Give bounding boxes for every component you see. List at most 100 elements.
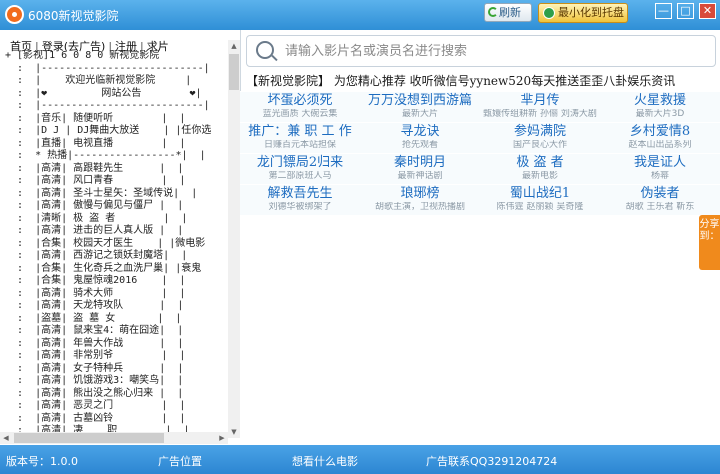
- recommendation-cell[interactable]: 乡村爱情8 赵本山出品系列: [600, 122, 720, 153]
- search-icon[interactable]: [256, 41, 274, 59]
- recommendation-cell[interactable]: 火星救援 最新大片3D: [600, 91, 720, 122]
- tree-row[interactable]: : |高清| 傲慢与偏见与僵尸 | |: [5, 200, 227, 213]
- movie-subtitle: 最新电影: [521, 171, 558, 181]
- tree-row[interactable]: : |直播| 电视直播 | |: [5, 138, 227, 151]
- recommendation-cell[interactable]: 蜀山战纪1 陈伟霆 赵丽颖 吴奇隆: [480, 184, 600, 215]
- tree-row[interactable]: : |高清| 圣斗士星矢：圣域传说| |: [5, 188, 227, 201]
- minimize-to-tray-button[interactable]: 最小化到托盘: [538, 3, 628, 23]
- tree-row[interactable]: : |高清| 鼠来宝4：萌在囧途| |: [5, 325, 227, 338]
- channel-tree[interactable]: + [影视]1 6 0 8 0 新视觉影院 : |---------------…: [5, 50, 227, 438]
- tree-row[interactable]: : |高清| 非常别爷 | |: [5, 350, 227, 363]
- tree-row[interactable]: : |高清| 西游记之锁妖封魔塔| |: [5, 250, 227, 263]
- tree-row[interactable]: : |合集| 生化奇兵之血洗尸巢| |衰鬼: [5, 263, 227, 276]
- refresh-button[interactable]: 刷新: [484, 3, 532, 22]
- minimize-to-tray-label: 最小化到托盘: [558, 6, 624, 19]
- movie-subtitle: 最新神话剧: [397, 171, 443, 181]
- tree-row[interactable]: : |高清| 年兽大作战 | |: [5, 338, 227, 351]
- tree-row[interactable]: + [影视]1 6 0 8 0 新视觉影院: [5, 50, 227, 63]
- refresh-icon: [488, 7, 498, 17]
- recommendation-cell[interactable]: 万万没想到西游篇 最新大片: [360, 91, 480, 122]
- tree-row[interactable]: : |高清| 古墓凶铃 | |: [5, 413, 227, 426]
- tree-row[interactable]: : |高清| 进击的巨人真人版 | |: [5, 225, 227, 238]
- tree-row[interactable]: : |高清| 天龙特攻队 | |: [5, 300, 227, 313]
- tree-horizontal-scrollbar[interactable]: ◀ ▶: [0, 432, 228, 444]
- maximize-button[interactable]: □: [677, 3, 694, 19]
- scroll-up-arrow-icon[interactable]: ▲: [228, 40, 240, 52]
- movie-title-link[interactable]: 乡村爱情8: [600, 123, 720, 140]
- movie-subtitle: 日赚百元本站担保: [263, 140, 336, 150]
- recommendation-cell[interactable]: 参妈满院 国产良心大作: [480, 122, 600, 153]
- tree-row[interactable]: : |高清| 骑术大师 | |: [5, 288, 227, 301]
- share-tab[interactable]: 分享到：: [699, 215, 720, 270]
- tree-row[interactable]: : |D J | DJ舞曲大放送 | |任你选: [5, 125, 227, 138]
- movie-subtitle: 蓝光画质 大碗云集: [262, 109, 338, 119]
- tree-row[interactable]: : |高清| 风口青春 | |: [5, 175, 227, 188]
- movie-title-link[interactable]: 坏蛋必须死: [240, 92, 360, 109]
- tree-row[interactable]: : |盗墓| 盗 墓 女 | |: [5, 313, 227, 326]
- tree-row[interactable]: : |---------------------------|: [5, 63, 227, 76]
- want-movie-link[interactable]: 想看什么电影: [292, 453, 358, 469]
- recommendation-cell[interactable]: 推广：兼 职 工 作日赚百元本站担保: [240, 122, 360, 153]
- movie-title-link[interactable]: 蜀山战纪1: [480, 185, 600, 202]
- movie-title-link[interactable]: 火星救援: [600, 92, 720, 109]
- movie-title-link[interactable]: 极 盗 者: [480, 154, 600, 171]
- tree-row[interactable]: : |高清| 饥饿游戏3：嘲笑鸟| |: [5, 375, 227, 388]
- tray-icon: [543, 7, 555, 19]
- movie-title-link[interactable]: 解救吾先生: [240, 185, 360, 202]
- movie-subtitle: 胡歌主演，卫视热播剧: [374, 202, 465, 212]
- ad-position-link[interactable]: 广告位置: [158, 453, 202, 469]
- movie-title-link[interactable]: 秦时明月: [360, 154, 480, 171]
- left-panel: 首页 | 登录(去广告) | 注册 | 求片 + [影视]1 6 0 8 0 新视觉影院 :…: [0, 30, 241, 444]
- movie-title-link[interactable]: 我是证人: [600, 154, 720, 171]
- recommendation-cell[interactable]: 寻龙诀 抢先观看: [360, 122, 480, 153]
- movie-subtitle: 陈伟霆 赵丽颖 吴奇隆: [496, 202, 584, 212]
- recommendation-cell[interactable]: 伪装者 胡歌 王乐君 靳东: [600, 184, 720, 215]
- close-button[interactable]: ✕: [699, 3, 716, 19]
- scroll-left-arrow-icon[interactable]: ◀: [0, 432, 12, 444]
- movie-subtitle: 最新大片: [401, 109, 438, 119]
- movie-title-link[interactable]: 寻龙诀: [360, 123, 480, 140]
- tree-row[interactable]: : |❤ 网站公告 ❤|: [5, 88, 227, 101]
- tree-row[interactable]: : |高清| 熊出没之熊心归来 | |: [5, 388, 227, 401]
- tree-row[interactable]: : |合集| 校园天才医生 | |微电影: [5, 238, 227, 251]
- tree-vertical-scrollbar[interactable]: ▲ ▼: [228, 40, 240, 438]
- promo-banner: 【新视觉影院】 为您精心推荐 收听微信号yynew520每天推送歪歪八卦娱乐资讯: [246, 74, 676, 88]
- recommendation-cell[interactable]: 坏蛋必须死 蓝光画质 大碗云集: [240, 91, 360, 122]
- tree-row[interactable]: : |高清| 高跟鞋先生 | |: [5, 163, 227, 176]
- tree-row[interactable]: : * 热播|-----------------*| |: [5, 150, 227, 163]
- recommendation-cell[interactable]: 秦时明月 最新神话剧: [360, 153, 480, 184]
- scrollbar-thumb[interactable]: [229, 54, 239, 90]
- status-bar: 版本号：1.0.0 广告位置 想看什么电影 广告联系QQ3291204724: [0, 445, 720, 474]
- recommendation-cell[interactable]: 解救吾先生 刘德华被绑架了: [240, 184, 360, 215]
- minimize-button[interactable]: —: [655, 3, 672, 19]
- search-input[interactable]: [285, 41, 705, 61]
- movie-title-link[interactable]: 芈月传: [480, 92, 600, 109]
- recommendation-area: 坏蛋必须死 蓝光画质 大碗云集 万万没想到西游篇 最新大片 芈月传 甄嬛传组耕新 孙俪 刘…: [240, 91, 720, 445]
- recommendation-cell[interactable]: 芈月传 甄嬛传组耕新 孙俪 刘涛大剧: [480, 91, 600, 122]
- app-logo-icon: [5, 5, 24, 24]
- title-bar: 6080新视觉影院 刷新 最小化到托盘 — □ ✕: [0, 0, 720, 30]
- recommendation-cell[interactable]: 极 盗 者最新电影: [480, 153, 600, 184]
- recommendation-cell[interactable]: 我是证人 杨幂: [600, 153, 720, 184]
- tree-row[interactable]: : |高清| 恶灵之门 | |: [5, 400, 227, 413]
- tree-row[interactable]: : | 欢迎光临新视觉影院 |: [5, 75, 227, 88]
- movie-title-link[interactable]: 万万没想到西游篇: [360, 92, 480, 109]
- tree-row[interactable]: : |合集| 鬼屋惊魂2016 | |: [5, 275, 227, 288]
- tree-row[interactable]: : |音乐| 随便听听 | |: [5, 113, 227, 126]
- movie-title-link[interactable]: 龙门镖局2归来: [240, 154, 360, 171]
- movie-title-link[interactable]: 伪装者: [600, 185, 720, 202]
- tree-row[interactable]: : |---------------------------|: [5, 100, 227, 113]
- movie-title-link[interactable]: 琅琊榜: [360, 185, 480, 202]
- movie-subtitle: 刘德华被绑架了: [268, 202, 332, 212]
- scroll-down-arrow-icon[interactable]: ▼: [228, 426, 240, 438]
- recommendation-cell[interactable]: 琅琊榜 胡歌主演，卫视热播剧: [360, 184, 480, 215]
- movie-title-link[interactable]: 推广：兼 职 工 作: [240, 123, 360, 140]
- recommendation-cell[interactable]: 龙门镖局2归来 第二部原班人马: [240, 153, 360, 184]
- scrollbar-thumb[interactable]: [14, 433, 164, 443]
- movie-title-link[interactable]: 参妈满院: [480, 123, 600, 140]
- scroll-right-arrow-icon[interactable]: ▶: [216, 432, 228, 444]
- tree-row[interactable]: : |清晰| 极 盗 者 | |: [5, 213, 227, 226]
- tree-row[interactable]: : |高清| 女子特种兵 | |: [5, 363, 227, 376]
- movie-subtitle: 胡歌 王乐君 靳东: [625, 202, 695, 212]
- recommendation-grid: 坏蛋必须死 蓝光画质 大碗云集 万万没想到西游篇 最新大片 芈月传 甄嬛传组耕新 孙俪 刘…: [240, 91, 720, 215]
